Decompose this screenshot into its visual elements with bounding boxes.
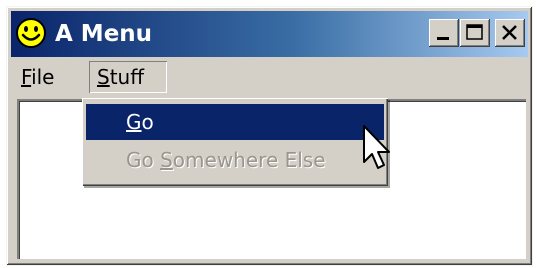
title-bar[interactable]: A Menu <box>11 11 528 57</box>
menu-bar: File Stuff <box>11 59 528 95</box>
stuff-dropdown-menu: Go Go Somewhere Else <box>82 98 388 186</box>
close-icon <box>502 25 517 40</box>
menu-item-else-mnemonic: S <box>160 148 173 172</box>
menu-item-go[interactable]: Go <box>86 104 384 140</box>
maximize-icon <box>466 24 483 40</box>
mouse-cursor-icon <box>363 125 390 169</box>
menu-item-go-somewhere-else[interactable]: Go Somewhere Else <box>86 142 384 178</box>
menu-stuff-label: tuff <box>109 65 144 89</box>
menu-file-mnemonic: F <box>21 65 32 89</box>
close-button[interactable] <box>495 19 525 47</box>
menu-item-else-pre: Go <box>126 148 161 172</box>
menu-item-else-label: omewhere Else <box>172 148 326 172</box>
menu-stuff-mnemonic: S <box>97 65 110 89</box>
window-title: A Menu <box>55 21 153 47</box>
smiley-icon[interactable] <box>15 17 47 49</box>
minimize-button[interactable] <box>429 19 459 47</box>
menu-file-label: ile <box>31 65 55 89</box>
menu-item-go-mnemonic: G <box>126 110 142 134</box>
maximize-button[interactable] <box>460 19 490 47</box>
menu-file[interactable]: File <box>13 61 62 93</box>
minimize-icon <box>437 37 449 40</box>
menu-stuff[interactable]: Stuff <box>89 61 167 93</box>
menu-item-go-label: o <box>141 110 154 134</box>
